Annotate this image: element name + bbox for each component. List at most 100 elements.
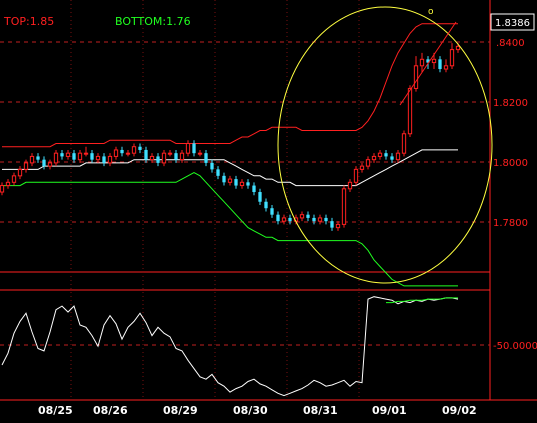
candle-body bbox=[239, 181, 245, 187]
price-tick-3: 1.7800 bbox=[493, 218, 528, 229]
candle-body bbox=[60, 153, 64, 157]
oscillator-tick: -50.0000 bbox=[493, 341, 537, 352]
date-label-1: 08/26 bbox=[93, 404, 128, 417]
candle-body bbox=[270, 208, 274, 215]
candle-body bbox=[161, 152, 167, 164]
candle-body bbox=[401, 133, 407, 154]
candle-body bbox=[11, 175, 17, 183]
candle-body bbox=[246, 182, 250, 186]
candle-body bbox=[299, 214, 305, 219]
candle-body bbox=[90, 153, 94, 160]
candle-body bbox=[174, 153, 178, 160]
trend-line[interactable] bbox=[399, 21, 457, 106]
candle-body bbox=[113, 149, 119, 157]
candle-body bbox=[390, 156, 394, 160]
candle-body bbox=[156, 156, 160, 163]
candle-body bbox=[125, 152, 131, 155]
candle-body bbox=[144, 149, 148, 160]
candle-body bbox=[431, 58, 437, 64]
candle-body bbox=[341, 188, 347, 225]
date-label-2: 08/29 bbox=[163, 404, 198, 417]
candle-body bbox=[149, 155, 155, 161]
candle-body bbox=[185, 142, 191, 154]
candle-body bbox=[335, 223, 341, 229]
candle-body bbox=[365, 159, 371, 167]
candle-body bbox=[0, 185, 5, 193]
bottom-label: BOTTOM:1.76 bbox=[115, 15, 191, 28]
candle-body bbox=[395, 152, 401, 161]
candle-body bbox=[413, 65, 419, 89]
candle-body bbox=[288, 217, 292, 222]
candle-body bbox=[455, 45, 461, 51]
circle-marker: o bbox=[428, 7, 434, 17]
chart-window[interactable]: o TOP:1.85 BOTTOM:1.76 1.8386 .8400 1.82… bbox=[0, 0, 537, 419]
candle-body bbox=[72, 153, 76, 160]
candle-body bbox=[36, 156, 40, 160]
candle-body bbox=[131, 146, 137, 154]
candle-body bbox=[347, 181, 353, 190]
candle-body bbox=[179, 152, 185, 161]
candle-body bbox=[353, 168, 359, 183]
candle-body bbox=[419, 58, 425, 67]
candle-body bbox=[17, 168, 23, 177]
candle-body bbox=[107, 155, 113, 164]
candle-body bbox=[77, 152, 83, 161]
candle-body bbox=[281, 217, 287, 222]
candle-body bbox=[210, 162, 214, 170]
date-axis: 08/25 08/26 08/29 08/30 08/31 09/01 09/0… bbox=[38, 404, 477, 417]
current-price: 1.8386 bbox=[495, 18, 530, 29]
chart-frame bbox=[0, 0, 537, 401]
oscillator-line-0 bbox=[1, 296, 459, 397]
date-label-6: 09/02 bbox=[442, 404, 477, 417]
candle-body bbox=[449, 49, 455, 67]
candle-body bbox=[438, 59, 442, 70]
oscillator bbox=[1, 296, 459, 397]
candle-body bbox=[216, 169, 220, 176]
candle-body bbox=[23, 162, 29, 170]
lower-band-line bbox=[2, 172, 458, 287]
candle-body bbox=[192, 143, 196, 154]
candle-body bbox=[47, 162, 53, 167]
candle-body bbox=[330, 221, 334, 228]
candle-body bbox=[197, 152, 203, 155]
candle-body bbox=[306, 214, 310, 218]
candle-body bbox=[317, 217, 323, 222]
candle-body bbox=[276, 214, 280, 222]
price-tick-2: 1.8000 bbox=[493, 158, 528, 169]
candle-body bbox=[120, 149, 124, 154]
candle-body bbox=[95, 155, 101, 161]
bollinger-bands bbox=[2, 23, 458, 287]
candle-body bbox=[227, 178, 233, 183]
candle-body bbox=[167, 152, 173, 155]
candle-body bbox=[407, 87, 413, 135]
candle-body bbox=[65, 152, 71, 157]
upper-band-line bbox=[2, 23, 458, 148]
candle-body bbox=[443, 65, 449, 70]
candle-body bbox=[42, 159, 46, 167]
price-axis: 1.8386 .8400 1.8200 1.8000 1.7800 -50.00… bbox=[490, 13, 537, 352]
candle-body bbox=[371, 155, 377, 161]
candle-body bbox=[258, 192, 262, 202]
date-label-5: 09/01 bbox=[372, 404, 407, 417]
candle-body bbox=[324, 217, 328, 222]
date-label-4: 08/31 bbox=[303, 404, 338, 417]
candle-body bbox=[204, 153, 208, 163]
candle-body bbox=[83, 152, 89, 155]
candle-body bbox=[234, 179, 238, 186]
candle-body bbox=[264, 201, 268, 209]
candle-body bbox=[29, 155, 35, 164]
chart-svg[interactable]: o TOP:1.85 BOTTOM:1.76 1.8386 .8400 1.82… bbox=[0, 0, 537, 419]
candle-body bbox=[312, 217, 316, 222]
candle-body bbox=[138, 146, 142, 150]
candle-body bbox=[252, 185, 256, 193]
price-tick-1: 1.8200 bbox=[493, 98, 528, 109]
candle-body bbox=[359, 165, 365, 170]
candle-body bbox=[102, 156, 106, 163]
candle-body bbox=[53, 152, 59, 164]
price-tick-0: .8400 bbox=[496, 38, 525, 49]
top-label: TOP:1.85 bbox=[3, 15, 54, 28]
candle-body bbox=[5, 181, 11, 187]
date-separators bbox=[70, 0, 360, 400]
date-label-0: 08/25 bbox=[38, 404, 73, 417]
date-label-3: 08/30 bbox=[233, 404, 268, 417]
